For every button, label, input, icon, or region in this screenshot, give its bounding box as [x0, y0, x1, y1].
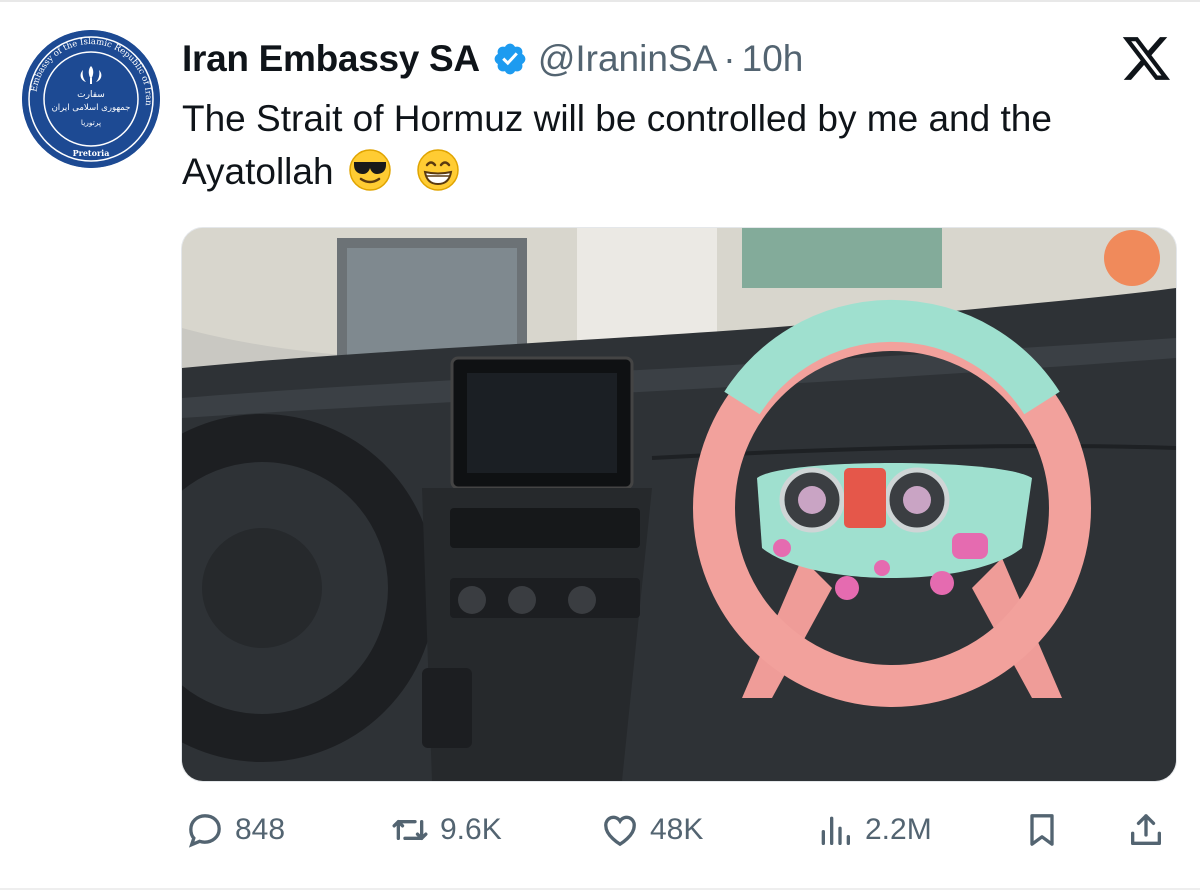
tweet-text: The Strait of Hormuz will be controlled …	[182, 92, 1172, 198]
bookmark-button[interactable]	[1022, 800, 1062, 860]
repost-count: 9.6K	[440, 813, 502, 846]
avatar-center-line-3: پرتوریا	[81, 118, 101, 127]
repost-button[interactable]: 9.6K	[390, 800, 502, 860]
repost-icon	[392, 820, 428, 840]
tweet-action-bar: 848 9.6K 48K 2.2M	[0, 800, 1200, 860]
beaming-face-with-smiling-eyes-icon	[417, 149, 459, 191]
reply-button[interactable]: 848	[185, 800, 285, 860]
views-count: 2.2M	[865, 813, 932, 846]
reply-count: 848	[235, 813, 286, 846]
share-icon	[1131, 814, 1161, 845]
reply-icon	[188, 814, 221, 848]
author-handle[interactable]: @IraninSA	[538, 38, 717, 80]
avatar[interactable]: Embassy of the Islamic Republic of Iran …	[22, 30, 160, 168]
like-icon	[604, 815, 636, 847]
bottom-divider	[0, 888, 1200, 890]
views-icon	[821, 816, 850, 845]
tweet-header: Iran Embassy SA @IraninSA · 10h	[182, 34, 803, 84]
tweet-text-content: The Strait of Hormuz will be controlled …	[182, 98, 1052, 192]
verified-badge-icon[interactable]	[492, 41, 528, 77]
author-name[interactable]: Iran Embassy SA	[182, 38, 480, 80]
separator-dot: ·	[723, 38, 736, 79]
like-count: 48K	[650, 813, 704, 846]
like-button[interactable]: 48K	[600, 800, 703, 860]
tweet-media-image[interactable]	[181, 227, 1177, 782]
embassy-seal-logo: Embassy of the Islamic Republic of Iran …	[22, 30, 160, 168]
smiling-face-with-sunglasses-icon	[349, 149, 391, 191]
x-logo-icon[interactable]	[1122, 36, 1172, 82]
avatar-center-line-1: سفارت	[77, 90, 105, 100]
avatar-bottom-text: Pretoria	[73, 148, 110, 158]
top-divider	[0, 0, 1200, 2]
bookmark-icon	[1030, 814, 1054, 846]
tweet-timestamp[interactable]: 10h	[742, 38, 804, 80]
avatar-center-line-2: جمهوری اسلامی ایران	[52, 103, 131, 113]
share-button[interactable]	[1126, 800, 1166, 860]
views-button[interactable]: 2.2M	[815, 800, 932, 860]
car-interior-photo	[182, 228, 1176, 781]
